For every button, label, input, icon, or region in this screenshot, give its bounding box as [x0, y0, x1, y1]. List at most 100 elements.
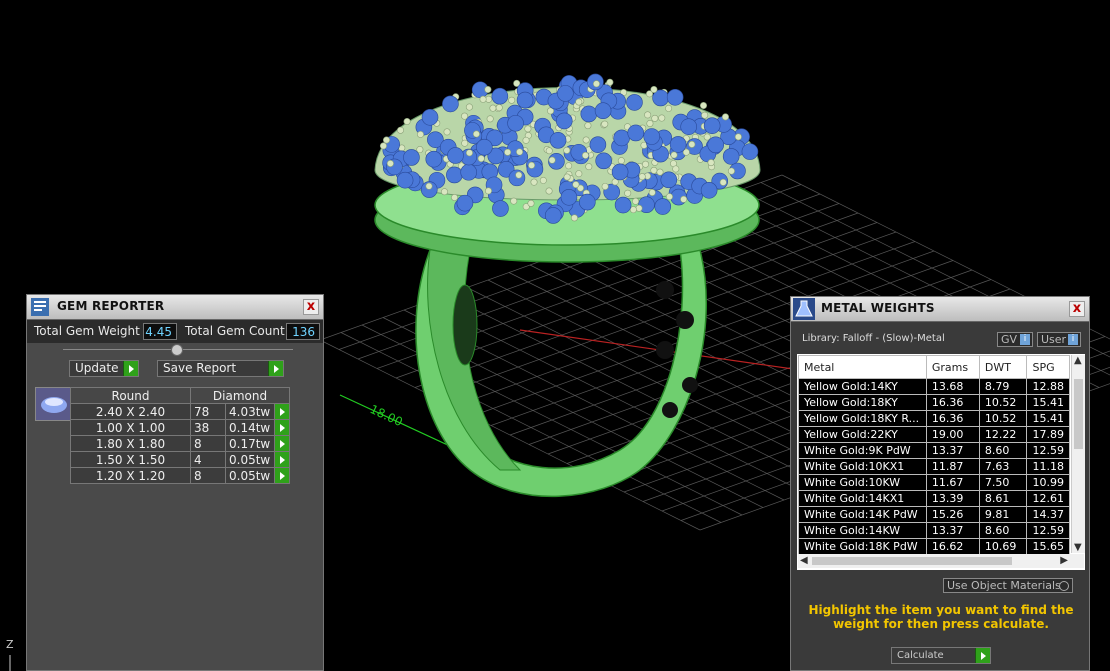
metal-column-header[interactable]: Metal: [798, 355, 927, 379]
panel-slider-handle[interactable]: [171, 344, 183, 356]
gem-shape-thumbnail[interactable]: [35, 387, 73, 421]
metal-row[interactable]: White Gold:18K PdW 16.62 10.69 15.65: [798, 538, 1070, 555]
scroll-up-icon[interactable]: ▲: [1074, 355, 1082, 366]
stone-header: Diamond: [190, 387, 290, 404]
total-gem-count-value: 136: [286, 323, 320, 340]
grams-column-header[interactable]: Grams: [925, 355, 980, 379]
metal-grams: 13.68: [925, 378, 980, 395]
gem-reporter-titlebar[interactable]: GEM REPORTER x: [27, 295, 323, 320]
vertical-scroll-thumb[interactable]: [1074, 379, 1083, 449]
metal-row[interactable]: White Gold:14K PdW 15.26 9.81 14.37: [798, 506, 1070, 523]
total-gem-weight-label: Total Gem Weight: [34, 324, 140, 338]
gem-row-arrow-icon[interactable]: [274, 403, 290, 420]
instruction-note: Highlight the item you want to find the …: [808, 603, 1074, 631]
scroll-down-icon[interactable]: ▼: [1074, 542, 1082, 553]
metal-spg: 15.41: [1026, 410, 1070, 427]
gem-weight: 0.14tw: [225, 419, 275, 436]
metal-grams: 16.36: [925, 410, 980, 427]
radio-icon: [1059, 581, 1069, 591]
use-object-materials-checkbox[interactable]: Use Object Materials: [943, 578, 1073, 593]
z-axis-label: Z: [6, 638, 14, 651]
metal-grams: 11.67: [925, 474, 980, 491]
user-toggle[interactable]: User i: [1037, 332, 1081, 347]
metal-spg: 11.18: [1026, 458, 1070, 475]
close-icon[interactable]: x: [1069, 301, 1085, 317]
play-arrow-icon: [123, 361, 138, 376]
gv-toggle[interactable]: GV i: [997, 332, 1033, 347]
calculate-button[interactable]: Calculate: [891, 647, 991, 664]
dwt-column-header[interactable]: DWT: [978, 355, 1028, 379]
use-object-materials-label: Use Object Materials: [947, 579, 1061, 592]
metal-spg: 12.61: [1026, 490, 1070, 507]
metal-spg: 15.41: [1026, 394, 1070, 411]
save-report-button-label: Save Report: [163, 361, 237, 375]
update-button[interactable]: Update: [69, 360, 139, 377]
metal-name: Yellow Gold:14KY: [798, 378, 927, 395]
metal-dwt: 7.63: [978, 458, 1028, 475]
total-gem-weight-value: 4.45: [143, 323, 177, 340]
metal-row[interactable]: Yellow Gold:14KY 13.68 8.79 12.88: [798, 378, 1070, 395]
metal-dwt: 8.60: [978, 522, 1028, 539]
metal-grams: 11.87: [925, 458, 980, 475]
metal-spg: 10.99: [1026, 474, 1070, 491]
metal-row[interactable]: White Gold:10KX1 11.87 7.63 11.18: [798, 458, 1070, 475]
metal-row[interactable]: White Gold:14KW 13.37 8.60 12.59: [798, 522, 1070, 539]
gem-row-arrow-icon[interactable]: [274, 419, 290, 436]
metal-row[interactable]: Yellow Gold:22KY 19.00 12.22 17.89: [798, 426, 1070, 443]
gem-size: 1.00 X 1.00: [70, 419, 191, 436]
shape-header: Round: [70, 387, 191, 404]
gem-count: 38: [190, 419, 226, 436]
gem-row[interactable]: 1.00 X 1.00 38 0.14tw: [70, 419, 290, 436]
metal-dwt: 8.60: [978, 442, 1028, 459]
metal-dwt: 10.69: [978, 538, 1028, 555]
info-icon: i: [1068, 334, 1078, 345]
metal-spg: 12.88: [1026, 378, 1070, 395]
metal-weights-panel: METAL WEIGHTS x Library: Falloff - (Slow…: [790, 296, 1090, 671]
gem-size: 1.80 X 1.80: [70, 435, 191, 452]
metal-row[interactable]: Yellow Gold:18KY R... 16.36 10.52 15.41: [798, 410, 1070, 427]
metal-grams: 13.37: [925, 442, 980, 459]
metal-spg: 17.89: [1026, 426, 1070, 443]
metal-grams: 13.37: [925, 522, 980, 539]
metal-row[interactable]: White Gold:9K PdW 13.37 8.60 12.59: [798, 442, 1070, 459]
metal-spg: 15.65: [1026, 538, 1070, 555]
close-icon[interactable]: x: [303, 299, 319, 315]
metal-spg: 12.59: [1026, 442, 1070, 459]
save-report-button[interactable]: Save Report: [157, 360, 284, 377]
horizontal-scrollbar[interactable]: ◀ ▶: [798, 554, 1084, 568]
metal-grams: 13.39: [925, 490, 980, 507]
metal-name: White Gold:14KW: [798, 522, 927, 539]
spg-column-header[interactable]: SPG: [1026, 355, 1070, 379]
metal-name: White Gold:14KX1: [798, 490, 927, 507]
gem-reporter-title: GEM REPORTER: [57, 299, 165, 313]
metal-weights-title: METAL WEIGHTS: [821, 301, 935, 315]
gem-count: 4: [190, 451, 226, 468]
gem-row[interactable]: 1.50 X 1.50 4 0.05tw: [70, 451, 290, 468]
gem-row[interactable]: 2.40 X 2.40 78 4.03tw: [70, 403, 290, 420]
metal-weights-titlebar[interactable]: METAL WEIGHTS x: [791, 297, 1089, 322]
gem-row[interactable]: 1.80 X 1.80 8 0.17tw: [70, 435, 290, 452]
metal-row[interactable]: Yellow Gold:18KY 16.36 10.52 15.41: [798, 394, 1070, 411]
gem-count: 8: [190, 467, 226, 484]
scroll-right-icon[interactable]: ▶: [1060, 555, 1068, 566]
horizontal-scroll-thumb[interactable]: [812, 557, 1012, 565]
dimension-label: 18.00: [368, 402, 405, 429]
play-arrow-icon: [975, 648, 990, 663]
metal-row[interactable]: White Gold:14KX1 13.39 8.61 12.61: [798, 490, 1070, 507]
round-diamond-icon: [36, 388, 72, 420]
metal-dwt: 8.79: [978, 378, 1028, 395]
metal-name: White Gold:14K PdW: [798, 506, 927, 523]
metal-row[interactable]: White Gold:10KW 11.67 7.50 10.99: [798, 474, 1070, 491]
metal-dwt: 10.52: [978, 410, 1028, 427]
gem-row-arrow-icon[interactable]: [274, 435, 290, 452]
gem-row-arrow-icon[interactable]: [274, 451, 290, 468]
update-button-label: Update: [75, 361, 119, 375]
scroll-left-icon[interactable]: ◀: [800, 555, 808, 566]
ring-shank: [415, 249, 707, 497]
metal-name: Yellow Gold:22KY: [798, 426, 927, 443]
metal-table: Metal Grams DWT SPG Yellow Gold:14KY 13.6…: [798, 355, 1070, 555]
gem-count: 8: [190, 435, 226, 452]
gem-row[interactable]: 1.20 X 1.20 8 0.05tw: [70, 467, 290, 484]
gem-row-arrow-icon[interactable]: [274, 467, 290, 484]
vertical-scrollbar[interactable]: ▲ ▼: [1071, 355, 1085, 553]
